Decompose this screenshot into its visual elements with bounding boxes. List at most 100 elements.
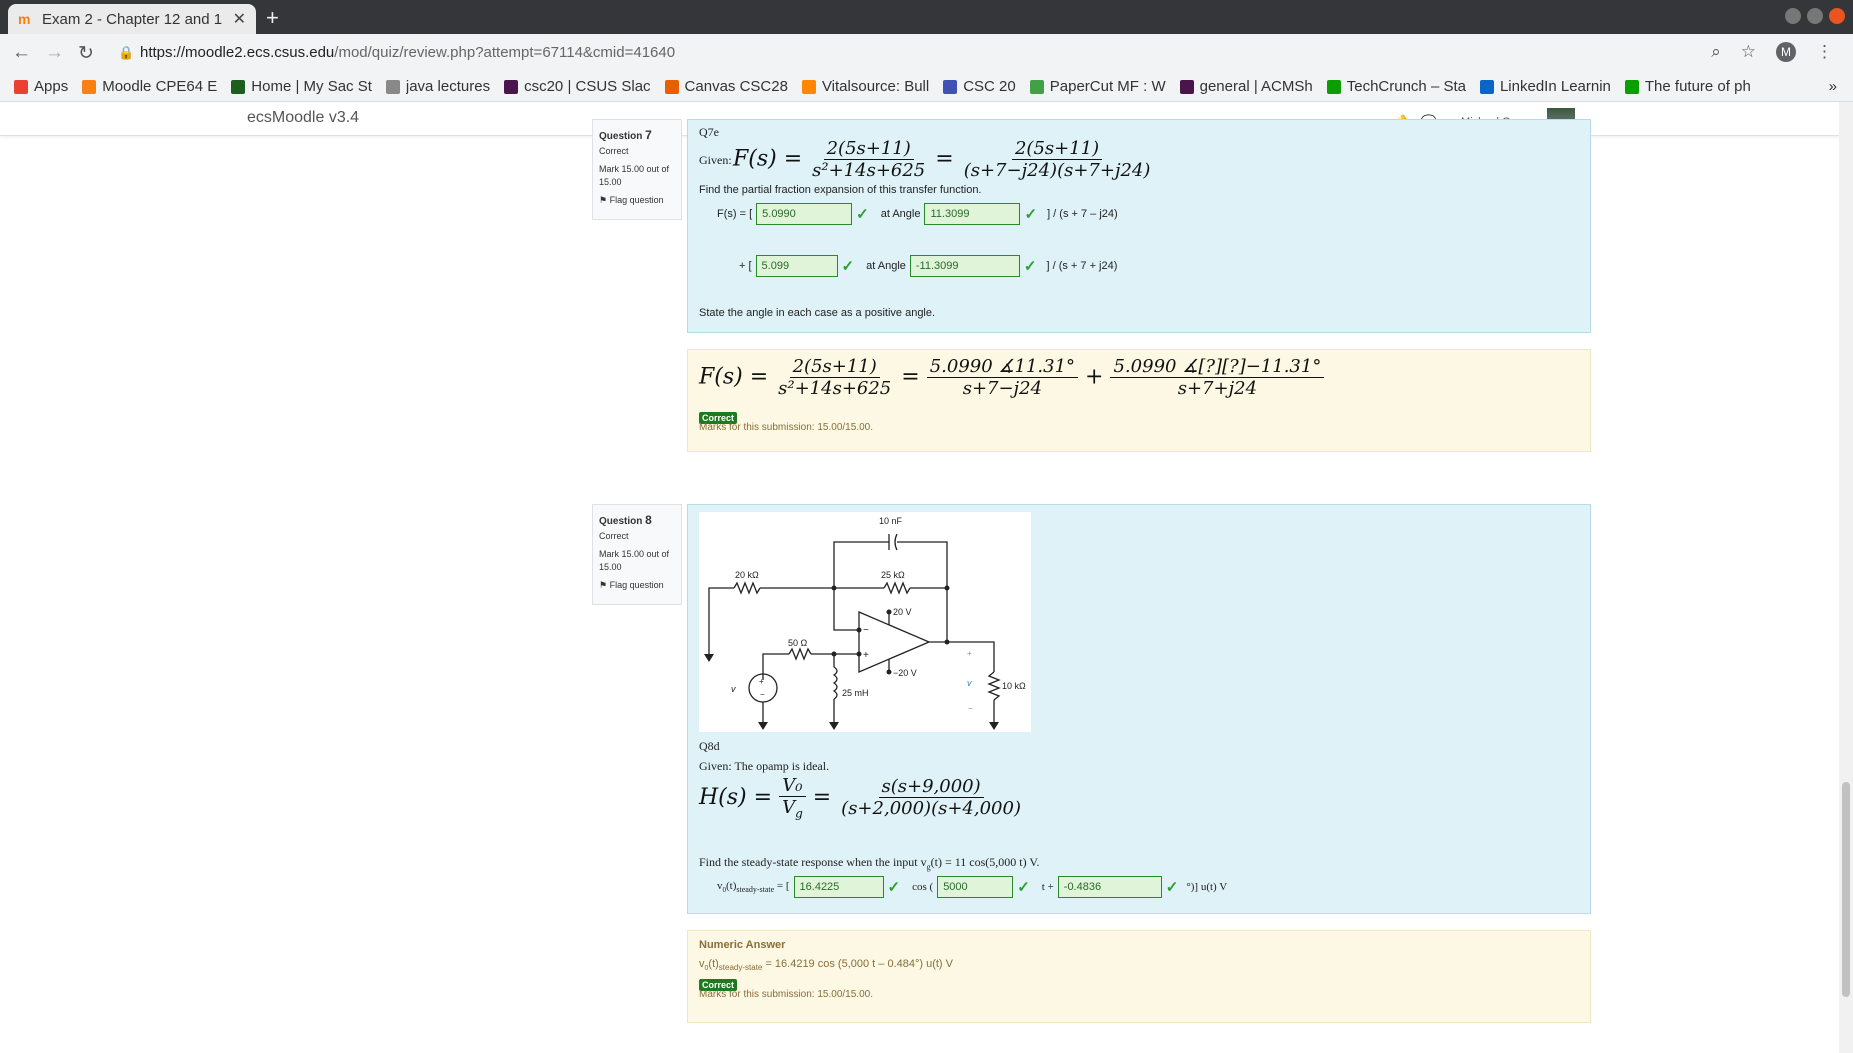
question-7-content: Q7e Given: F(s) = 2(5s+11) s²+14s+625 = 2… <box>687 119 1591 333</box>
magnitude-input-2[interactable]: 5.099 <box>755 255 838 277</box>
question-status: Correct <box>599 530 629 541</box>
window-controls <box>1785 8 1845 24</box>
answer-row-1: F(s) = [ 5.0990 ✓ at Angle 11.3099 ✓ ] /… <box>717 203 1118 225</box>
address-bar[interactable]: https://moodle2.ecs.csus.edu/mod/quiz/re… <box>140 44 675 61</box>
positive-supply-label: 20 V <box>893 607 912 617</box>
scrollbar-thumb[interactable] <box>1842 782 1850 997</box>
numeric-answer-title: Numeric Answer <box>699 939 786 951</box>
load-resistor-label: 10 kΩ <box>1002 681 1026 691</box>
bookmarks-overflow-icon[interactable]: » <box>1829 78 1837 95</box>
question-8-content: 10 nF 20 kΩ 25 kΩ 50 Ω 25 mH 10 kΩ 20 V … <box>687 504 1591 914</box>
bookmark-item[interactable]: CSC 20 <box>943 78 1016 95</box>
menu-kebab-icon[interactable]: ⋮ <box>1816 42 1833 62</box>
capacitor-label: 10 nF <box>879 516 903 526</box>
svg-text:+: + <box>759 677 764 686</box>
profile-avatar[interactable]: M <box>1776 42 1796 62</box>
check-icon: ✓ <box>841 258 855 275</box>
forward-arrow-icon[interactable]: → <box>45 42 64 64</box>
reload-icon[interactable]: ↻ <box>78 42 94 65</box>
marks-text: Marks for this submission: 15.00/15.00. <box>699 422 873 433</box>
row2-suffix: ] / (s + 7 + j24) <box>1046 260 1118 272</box>
bookmark-item[interactable]: csc20 | CSUS Slac <box>504 78 651 95</box>
bookmarks-bar: Apps Moodle CPE64 E Home | My Sac St java l… <box>0 72 1853 102</box>
bookmark-item[interactable]: Apps <box>14 78 68 95</box>
frequency-input[interactable]: 5000 <box>937 876 1014 898</box>
fs-label: F(s) = [ <box>717 208 753 220</box>
row1-suffix: ] / (s + 7 – j24) <box>1047 208 1118 220</box>
flag-question-link[interactable]: ⚑ Flag question <box>599 579 675 593</box>
bookmark-item[interactable]: Moodle CPE64 E <box>82 78 217 95</box>
t-label: t + <box>1041 881 1054 893</box>
toolbar-actions: ⌕ ☆ M ⋮ <box>1711 42 1833 62</box>
bookmark-favicon-icon <box>1479 79 1494 94</box>
negative-supply-label: −20 V <box>893 668 917 678</box>
tail-label: °)] u(t) V <box>1186 881 1228 893</box>
at-angle-label: at Angle <box>880 208 921 220</box>
bookmark-label: The future of ph <box>1644 78 1751 95</box>
bookmark-label: Vitalsource: Bull <box>821 78 930 95</box>
bookmark-label: general | ACMSh <box>1199 78 1313 95</box>
question-number: Question 7 <box>599 128 652 142</box>
angle-input-1[interactable]: 11.3099 <box>924 203 1021 225</box>
minimize-icon[interactable] <box>1785 8 1801 24</box>
instruction-text: Find the partial fraction expansion of t… <box>699 184 982 196</box>
bookmark-item[interactable]: Canvas CSC28 <box>664 78 788 95</box>
bookmark-item[interactable]: Home | My Sac St <box>231 78 372 95</box>
browser-tab[interactable]: m Exam 2 - Chapter 12 and 1 ✕ <box>8 4 256 34</box>
bookmark-favicon-icon <box>385 79 400 94</box>
amplitude-input[interactable]: 16.4225 <box>793 876 884 898</box>
bookmark-item[interactable]: PaperCut MF : W <box>1029 78 1166 95</box>
bookmark-item[interactable]: TechCrunch – Sta <box>1326 78 1466 95</box>
moodle-page: ecsMoodle v3.4 🔔 💬 Michael Gomez ▾ Quest… <box>0 102 1853 1053</box>
new-tab-icon[interactable]: + <box>266 5 279 31</box>
magnitude-input-1[interactable]: 5.0990 <box>756 203 853 225</box>
bookmark-label: LinkedIn Learnin <box>1499 78 1611 95</box>
url-path: /mod/quiz/review.php?attempt=67114&cmid=… <box>334 44 676 61</box>
bookmark-item[interactable]: LinkedIn Learnin <box>1479 78 1611 95</box>
question-title: Q7e <box>699 125 719 139</box>
angle-input-2[interactable]: -11.3099 <box>909 255 1020 277</box>
maximize-icon[interactable] <box>1807 8 1823 24</box>
question-status: Correct <box>599 145 629 156</box>
bookmark-item[interactable]: java lectures <box>385 78 490 95</box>
bookmark-favicon-icon <box>82 79 97 94</box>
phase-input[interactable]: -0.4836 <box>1057 876 1162 898</box>
bookmark-favicon-icon <box>801 79 816 94</box>
check-icon: ✓ <box>1165 879 1179 896</box>
page-scrollbar[interactable] <box>1839 102 1853 1053</box>
bookmark-item[interactable]: Vitalsource: Bull <box>801 78 930 95</box>
star-icon[interactable]: ☆ <box>1741 42 1756 62</box>
check-icon: ✓ <box>887 879 901 896</box>
transfer-function-equation: F(s) = 2(5s+11) s²+14s+625 = 2(5s+11) (s+7… <box>733 138 1151 181</box>
bookmark-label: PaperCut MF : W <box>1049 78 1166 95</box>
svg-text:+: + <box>863 650 869 661</box>
given-label: Given: <box>699 153 732 167</box>
question-8-feedback: Numeric Answer v0(t)steady-state = 16.42… <box>687 930 1591 1023</box>
bookmark-item[interactable]: general | ACMSh <box>1179 78 1313 95</box>
vo-label: v0(t)steady-state = [ <box>717 879 790 895</box>
bookmark-favicon-icon <box>664 79 679 94</box>
close-tab-icon[interactable]: ✕ <box>233 9 246 29</box>
angle-note: State the angle in each case as a positi… <box>699 307 936 319</box>
bookmark-item[interactable]: The future of ph <box>1624 78 1751 95</box>
question-8-info: Question 8 Correct Mark 15.00 out of 15.… <box>592 504 682 605</box>
back-arrow-icon[interactable]: ← <box>12 42 31 64</box>
close-window-icon[interactable] <box>1829 8 1845 24</box>
lock-icon: 🔒 <box>118 45 135 60</box>
site-name[interactable]: ecsMoodle v3.4 <box>247 109 359 127</box>
marks-text: Marks for this submission: 15.00/15.00. <box>699 989 873 1000</box>
bookmark-favicon-icon <box>1029 79 1044 94</box>
svg-text:−: − <box>968 704 973 713</box>
numeric-answer-text: v0(t)steady-state = 16.4219 cos (5,000 t… <box>699 958 953 973</box>
zoom-icon[interactable]: ⌕ <box>1711 42 1721 62</box>
bookmark-favicon-icon <box>1624 79 1639 94</box>
answer-row: v0(t)steady-state = [ 16.4225 ✓ cos ( 50… <box>717 876 1227 898</box>
browser-toolbar: ← → ↻ 🔒 https://moodle2.ecs.csus.edu/mod… <box>0 34 1853 72</box>
plus-label: + [ <box>739 260 752 272</box>
cos-label: cos ( <box>912 881 934 893</box>
svg-text:+: + <box>967 649 972 658</box>
answer-row-2: + [ 5.099 ✓ at Angle -11.3099 ✓ ] / (s +… <box>739 255 1117 277</box>
r3-label: 50 Ω <box>788 638 808 648</box>
flag-question-link[interactable]: ⚑ Flag question <box>599 194 675 208</box>
check-icon: ✓ <box>1024 206 1038 223</box>
